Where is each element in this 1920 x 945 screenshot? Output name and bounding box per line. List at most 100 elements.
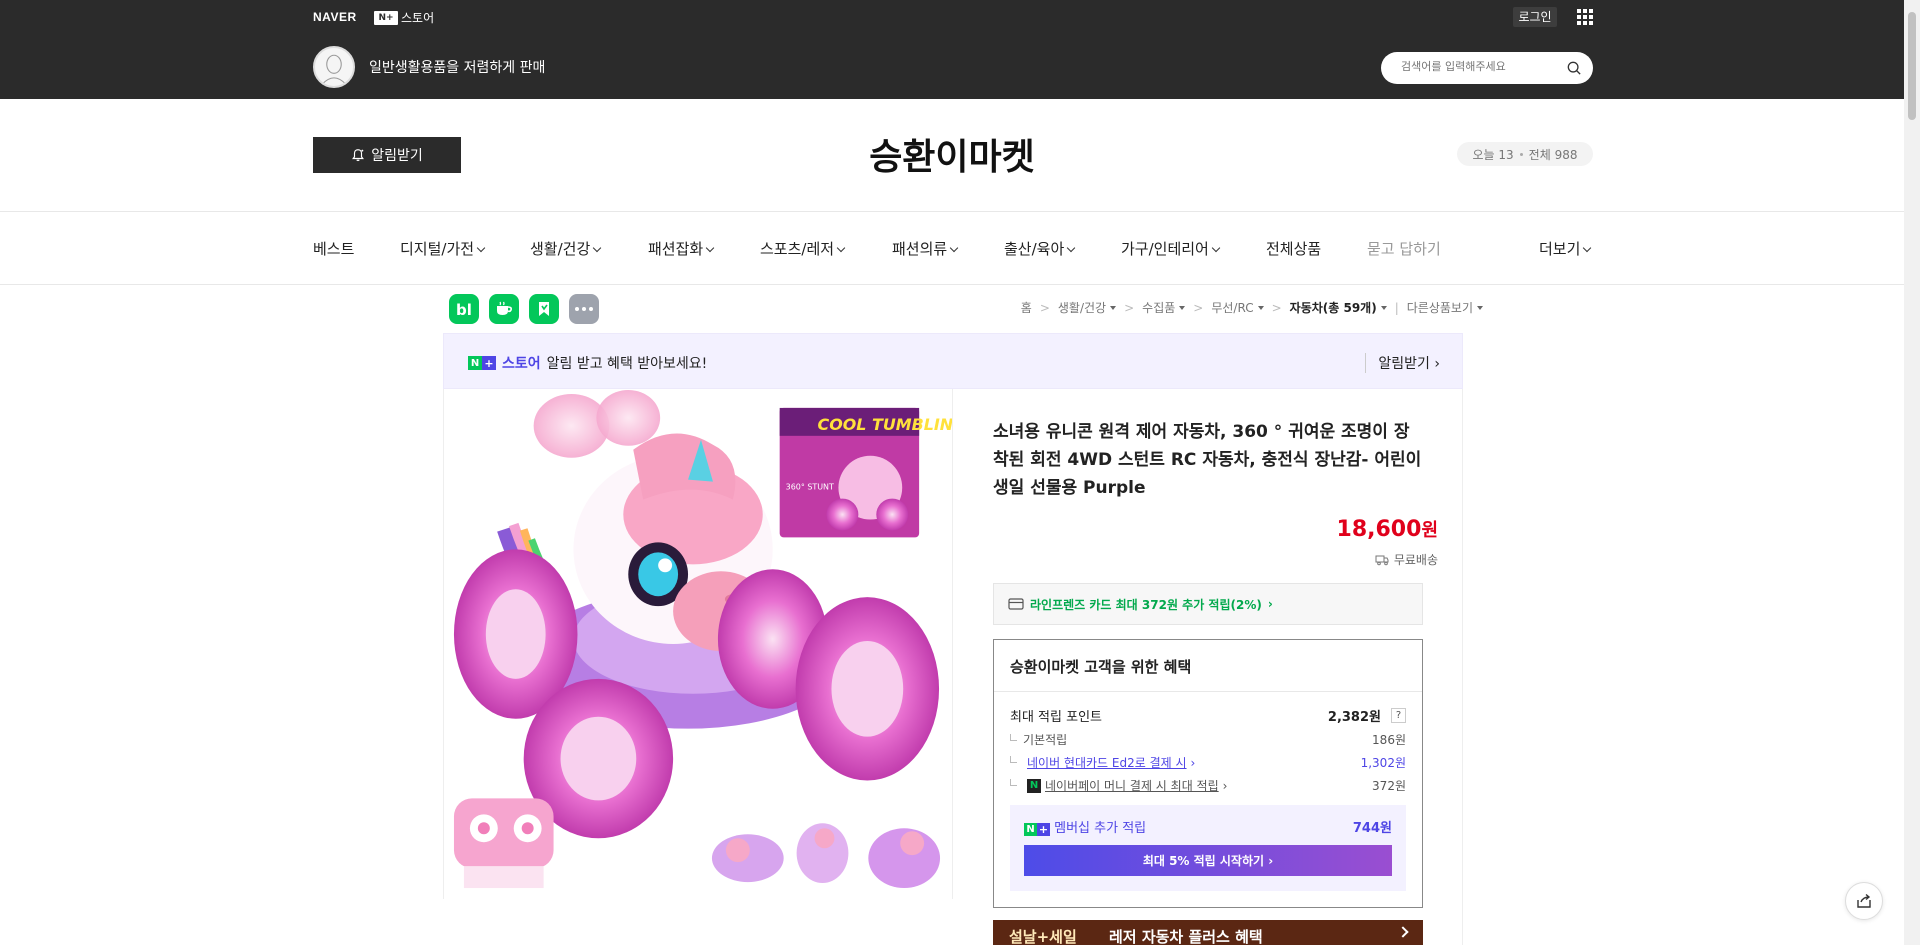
share-button[interactable] (1845, 882, 1883, 920)
breadcrumb-collectibles[interactable]: 수집품 (1142, 299, 1185, 316)
price-value: 18,600 (1336, 517, 1422, 542)
breadcrumb-cars[interactable]: 자동차(총 59개) (1290, 299, 1387, 316)
naver-logo[interactable]: NAVER (313, 10, 357, 24)
apps-grid-icon[interactable] (1577, 9, 1593, 25)
share-icon (1857, 893, 1871, 908)
nplus-badge-icon: N + (468, 356, 496, 370)
breadcrumb-rc[interactable]: 무선/RC (1211, 299, 1263, 316)
promo-text: 알림 받고 혜택 받아보세요! (546, 356, 708, 372)
max-points-label: 최대 적립 포인트 (1010, 710, 1102, 725)
page-scrollbar[interactable] (1904, 0, 1920, 945)
breadcrumb-separator: > (1039, 300, 1050, 315)
nplus-store-link[interactable]: N+ 스토어 (374, 9, 434, 26)
breadcrumb-home[interactable]: 홈 (1021, 299, 1032, 316)
category-nav: 베스트 디지털/가전 생활/건강 패션잡화 스포츠/레저 패션의류 출산/육아 … (0, 238, 1904, 258)
membership-label: 멤버십 추가 적립 (1054, 821, 1147, 836)
breadcrumb: 홈 > 생활/건강 > 수집품 > 무선/RC > 자동차(총 59개) | 다… (1021, 299, 1483, 316)
more-dots-icon (575, 307, 593, 311)
svg-text:COOL TUMBLING: COOL TUMBLING (818, 415, 952, 434)
chevron-down-icon (1583, 243, 1592, 253)
nav-best[interactable]: 베스트 (313, 238, 354, 259)
chevron-down-icon (949, 243, 959, 253)
cafe-app-icon[interactable] (489, 294, 519, 324)
basic-points-label: 기본적립 (1010, 731, 1067, 748)
npay-points-value: 372원 (1372, 779, 1406, 793)
coffee-cup-icon (497, 301, 512, 315)
breadcrumb-separator: > (1271, 300, 1282, 315)
nav-more[interactable]: 더보기 (1539, 238, 1592, 259)
nav-all-products[interactable]: 전체상품 (1266, 238, 1321, 259)
product-title: 소녀용 유니콘 원격 제어 자동차, 360 ° 귀여운 조명이 장착된 회전 … (993, 422, 1422, 498)
max-points-row: 최대 적립 포인트 2,382원? (1010, 706, 1406, 725)
nav-sports[interactable]: 스포츠/레저 (760, 238, 846, 259)
divider (0, 211, 1904, 212)
sale-banner[interactable]: 설날+세일 레저 자동차 플러스 혜택 (993, 920, 1423, 945)
customer-benefit-box: 승환이마켓 고객을 위한 혜택 최대 적립 포인트 2,382원? 기본적립 1… (993, 639, 1423, 908)
search-icon[interactable] (1567, 61, 1581, 75)
basic-points-row: 기본적립 186원 (1010, 731, 1406, 748)
basic-points-value: 186원 (1372, 733, 1406, 747)
svg-text:360° STUNT: 360° STUNT (786, 483, 834, 492)
chevron-down-icon (1067, 243, 1076, 253)
nav-fashion-goods[interactable]: 패션잡화 (648, 238, 715, 259)
membership-start-button[interactable]: 최대 5% 적립 시작하기 › (1024, 845, 1392, 876)
credit-card-icon (1008, 598, 1024, 610)
delivery-info: 무료배송 (1375, 551, 1438, 568)
nav-living[interactable]: 생활/건강 (530, 238, 602, 259)
chevron-right-icon: › (1222, 778, 1228, 793)
chevron-right-icon (1397, 926, 1409, 938)
npay-icon: N (1027, 778, 1041, 793)
hyundai-card-link[interactable]: 네이버 현대카드 Ed2로 결제 시 (1027, 754, 1187, 771)
npay-points-row: N 네이버페이 머니 결제 시 최대 적립 › 372원 (1010, 777, 1406, 794)
separator-dot (1519, 152, 1523, 156)
breadcrumb-separator: | (1394, 300, 1399, 315)
price-unit: 원 (1421, 520, 1438, 541)
store-name[interactable]: 승환이마켓 (0, 128, 1904, 180)
nplus-promo-banner: N + 스토어 알림 받고 혜택 받아보세요! 알림받기 › (443, 333, 1463, 389)
nav-digital[interactable]: 디지털/가전 (400, 238, 486, 259)
top-bar: NAVER N+ 스토어 로그인 일반생활용품을 저렴하게 판매 (0, 0, 1904, 99)
chevron-down-icon (705, 243, 715, 253)
login-button[interactable]: 로그인 (1513, 7, 1557, 27)
nav-furniture[interactable]: 가구/인테리어 (1121, 238, 1221, 259)
card-benefit-text: 라인프렌즈 카드 최대 372원 추가 적립(2%) (1030, 597, 1262, 612)
profile-icon (315, 48, 353, 86)
search-input[interactable] (1401, 60, 1561, 73)
npay-money-link[interactable]: 네이버페이 머니 결제 시 최대 적립 (1045, 777, 1219, 794)
chevron-right-icon: › (1267, 597, 1273, 611)
unicorn-rc-car-image: COOL TUMBLING 360° STUNT (444, 390, 952, 898)
chevron-right-icon: › (1190, 755, 1196, 770)
sale-banner-right: 레저 자동차 플러스 혜택 (1109, 928, 1263, 945)
nav-baby[interactable]: 출산/육아 (1004, 238, 1076, 259)
membership-box: N + 멤버십 추가 적립 744원 최대 5% 적립 시작하기 › (1010, 805, 1406, 891)
scrollbar-thumb[interactable] (1908, 12, 1916, 120)
product-image[interactable]: COOL TUMBLING 360° STUNT (443, 389, 953, 899)
card-points-row: 네이버 현대카드 Ed2로 결제 시 › 1,302원 (1010, 754, 1406, 771)
divider (0, 284, 1904, 285)
more-apps-button[interactable] (569, 294, 599, 324)
chevron-down-icon (1211, 243, 1221, 253)
bookmark-icon (539, 302, 549, 316)
promo-notify-link[interactable]: 알림받기 › (1365, 353, 1440, 373)
max-points-value: 2,382원 (1327, 710, 1381, 725)
product-price: 18,600원 (1337, 516, 1438, 542)
nav-fashion-clothing[interactable]: 패션의류 (892, 238, 959, 259)
bookmark-app-icon[interactable] (529, 294, 559, 324)
breadcrumb-separator: > (1124, 300, 1135, 315)
nplus-logo-icon: N+ (374, 10, 398, 25)
card-benefit-link[interactable]: 라인프렌즈 카드 최대 372원 추가 적립(2%) › (993, 583, 1423, 625)
promo-brand: 스토어 (502, 356, 541, 372)
card-points-value: 1,302원 (1360, 756, 1406, 770)
store-profile-avatar[interactable] (313, 46, 355, 88)
breadcrumb-living[interactable]: 생활/건강 (1058, 299, 1116, 316)
nav-qna[interactable]: 묻고 답하기 (1367, 238, 1441, 259)
blog-app-icon[interactable]: bl (449, 294, 479, 324)
visitor-counter: 오늘 13 전체 988 (1457, 142, 1593, 166)
visitors-total: 전체 988 (1528, 147, 1578, 162)
other-products-dropdown[interactable]: 다른상품보기 (1407, 299, 1483, 316)
blog-icon: bl (456, 301, 472, 319)
nplus-store-label: 스토어 (401, 11, 435, 25)
truck-icon (1375, 555, 1389, 565)
help-icon[interactable]: ? (1391, 708, 1406, 723)
nplus-badge-icon: N + (1024, 823, 1050, 836)
